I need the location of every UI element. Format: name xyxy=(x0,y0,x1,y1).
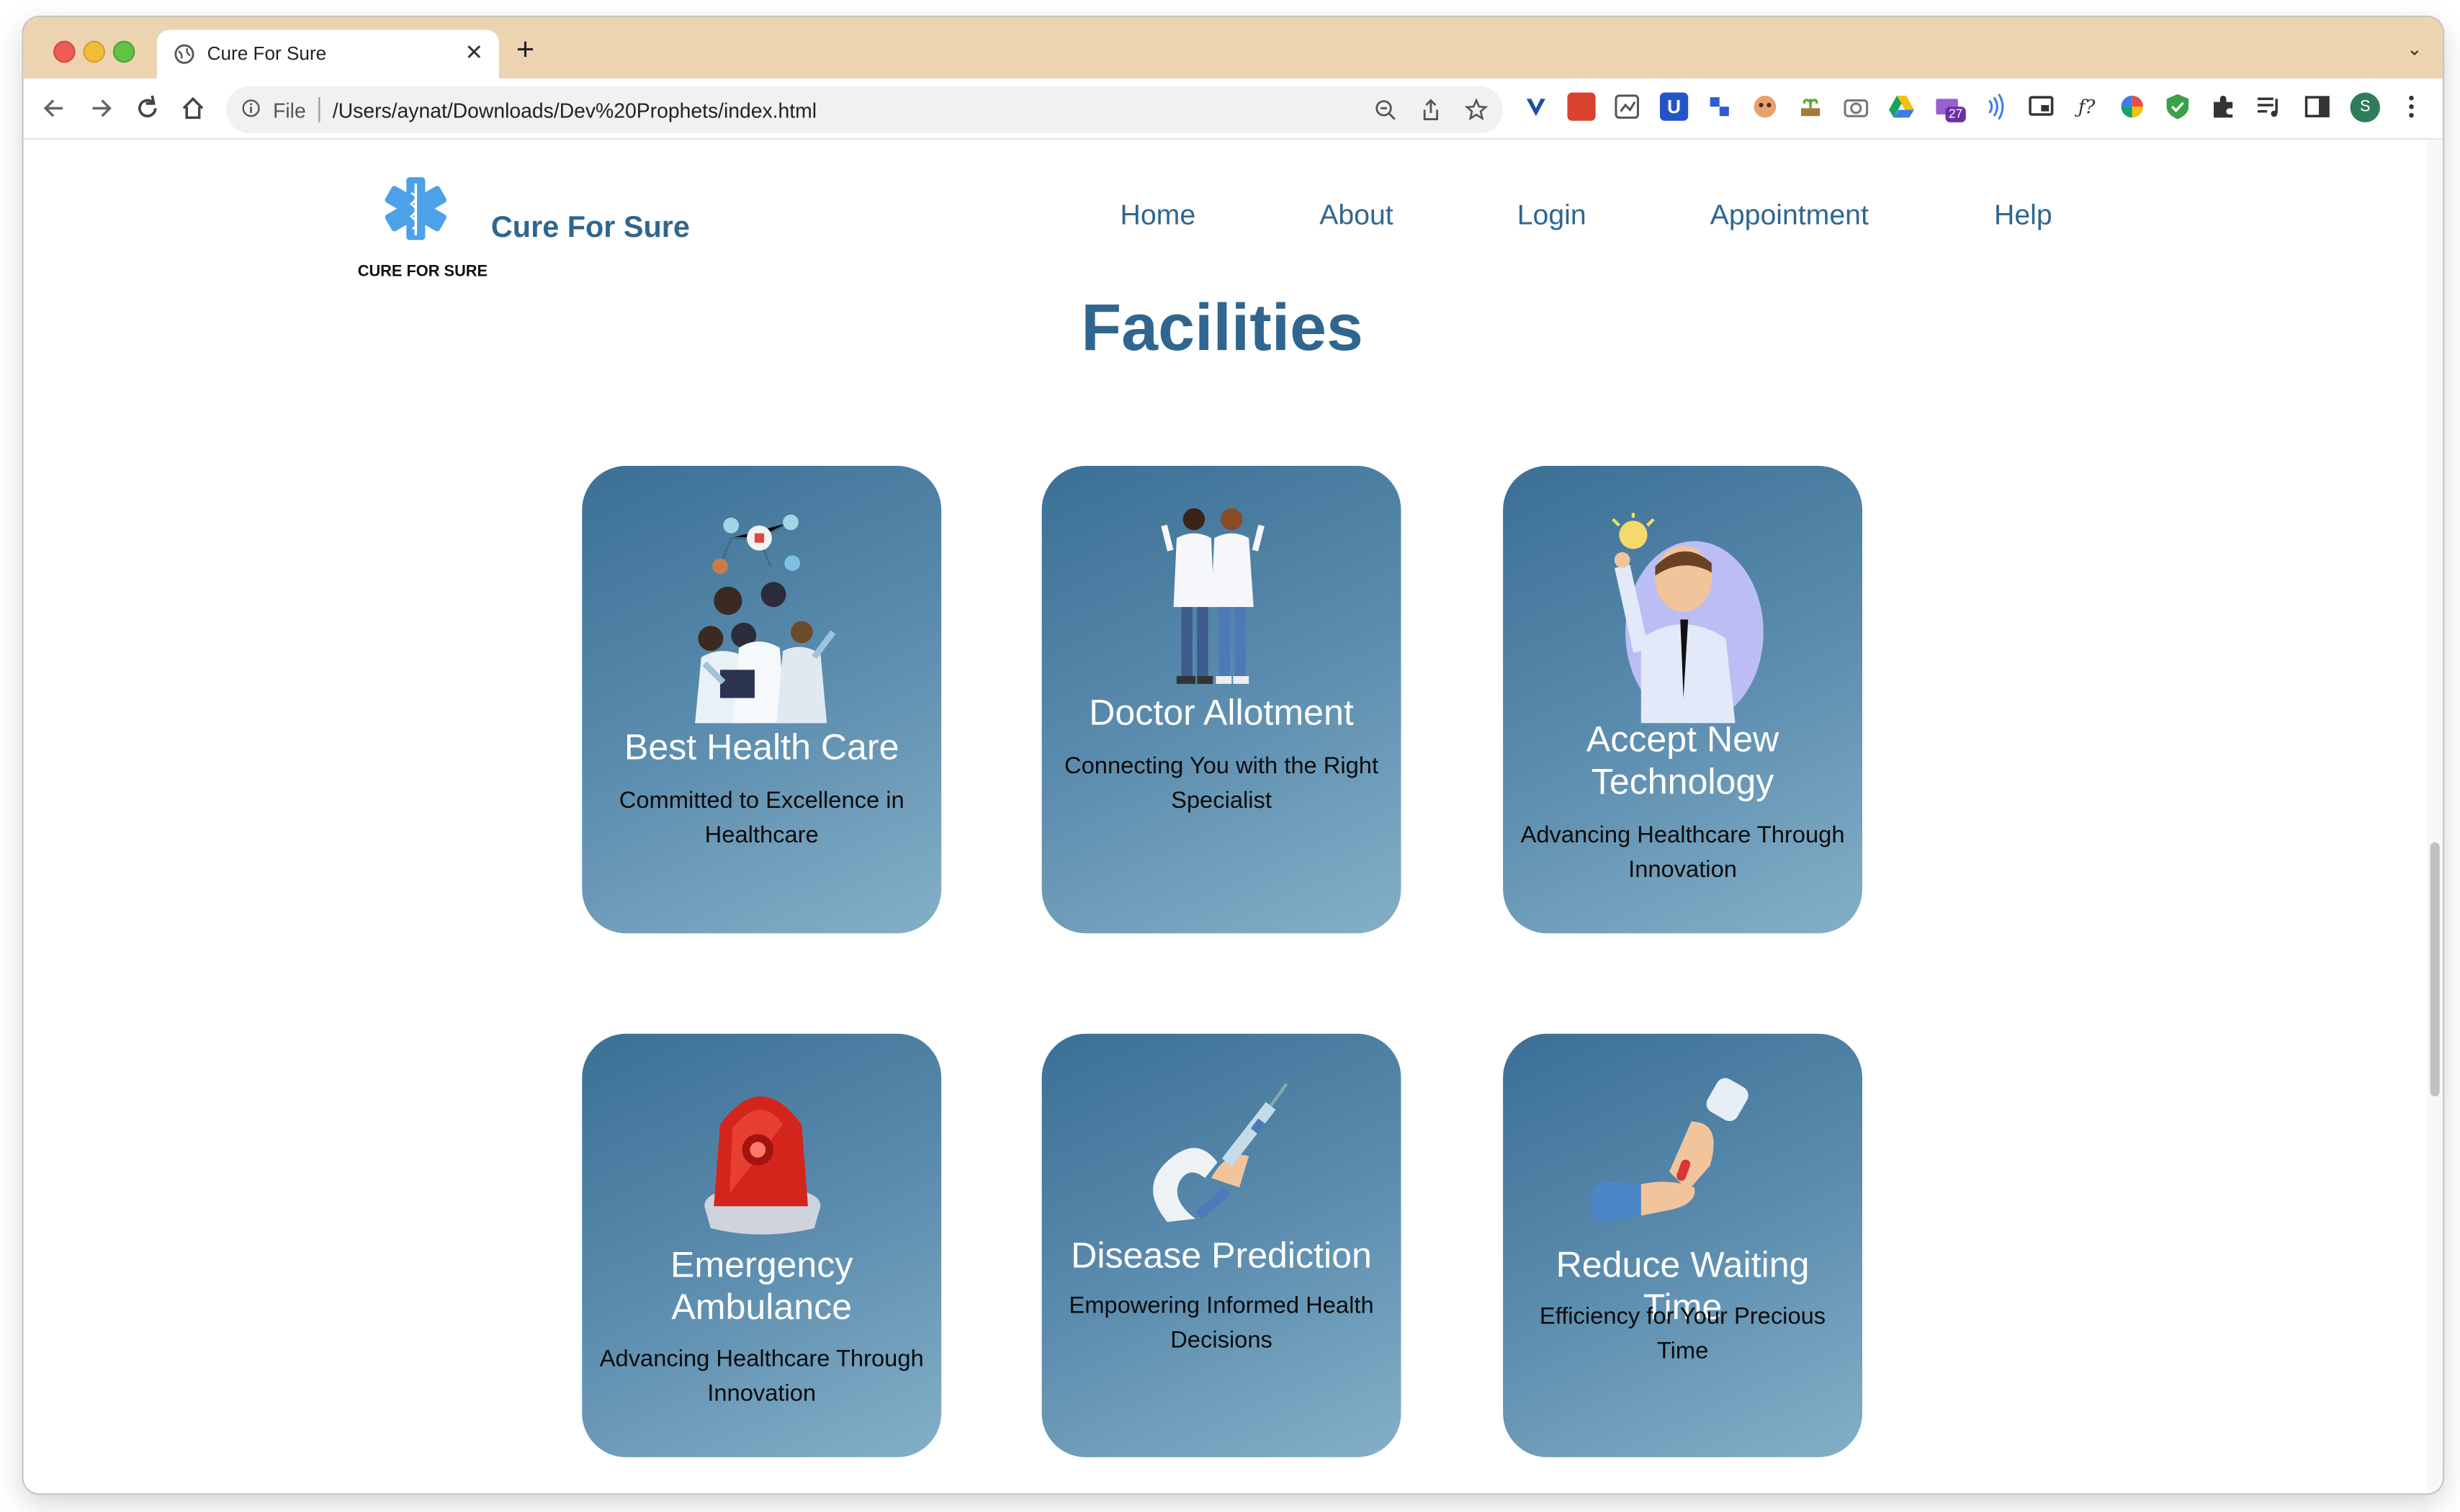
card-description: Advancing Healthcare Through Innovation xyxy=(1520,822,1845,883)
reload-icon[interactable] xyxy=(132,93,163,125)
extension-todoist-icon[interactable] xyxy=(1567,92,1596,121)
two-doctors-illustration-icon xyxy=(1161,508,1265,684)
url-text[interactable]: /Users/aynat/Downloads/Dev%20Prophets/in… xyxy=(333,99,817,122)
hands-passing-pill-illustration-icon xyxy=(1591,1078,1749,1223)
caduceus-star-logo-icon[interactable] xyxy=(356,165,476,269)
zoom-icon[interactable] xyxy=(1373,97,1398,122)
bookmark-star-icon[interactable] xyxy=(1464,97,1489,122)
facility-card-doctor-allotment[interactable]: Doctor Allotment Connecting You with the… xyxy=(1041,466,1401,934)
facilities-heading: Facilities xyxy=(1081,290,1363,364)
card-description: Committed to Excellence in Healthcare xyxy=(619,787,904,849)
info-icon[interactable] xyxy=(242,99,261,117)
facility-card-disease-prediction[interactable]: Disease Prediction Empowering Informed H… xyxy=(1041,1033,1401,1457)
extension-chart-icon[interactable] xyxy=(1613,93,1641,121)
extension-downloads-icon[interactable]: 27 xyxy=(1934,93,1966,122)
facility-card-emergency-ambulance[interactable]: Emergency Ambulance Advancing Healthcare… xyxy=(582,1033,942,1457)
address-bar[interactable]: File /Users/aynat/Downloads/Dev%20Prophe… xyxy=(225,86,1504,134)
nav-about-link[interactable]: About xyxy=(1319,199,1393,233)
close-tab-icon[interactable]: ✕ xyxy=(464,39,483,66)
card-description: Efficiency for Your Precious Time xyxy=(1539,1303,1826,1365)
new-tab-button[interactable]: + xyxy=(516,35,534,66)
medical-team-illustration-icon xyxy=(695,514,836,724)
maximize-window-button[interactable] xyxy=(112,40,135,63)
card-description: Advancing Healthcare Through Innovation xyxy=(599,1346,924,1408)
color-picker-icon[interactable] xyxy=(2118,93,2146,121)
tab-title: Cure For Sure xyxy=(207,42,327,65)
extension-plant-icon[interactable] xyxy=(1796,93,1824,121)
siren-light-illustration-icon xyxy=(704,1096,821,1235)
facility-card-best-health-care[interactable]: Best Health Care Committed to Excellence… xyxy=(582,466,942,934)
extension-puzzle-blue-icon[interactable] xyxy=(1705,93,1733,121)
card-title: Best Health Care xyxy=(624,726,899,768)
nav-home-link[interactable]: Home xyxy=(1121,199,1196,233)
profile-avatar[interactable]: S xyxy=(2350,92,2380,122)
page-scrollbar[interactable] xyxy=(2427,139,2443,1494)
extension-bitwarden-icon[interactable]: U xyxy=(1659,92,1689,121)
back-arrow-icon[interactable] xyxy=(39,93,71,125)
hand-with-syringe-illustration-icon xyxy=(1153,1083,1288,1223)
shield-check-icon[interactable] xyxy=(2163,93,2191,121)
home-icon[interactable] xyxy=(177,93,209,125)
tab-cure-for-sure[interactable]: Cure For Sure ✕ xyxy=(156,30,499,81)
card-description: Empowering Informed Health Decisions xyxy=(1069,1292,1374,1354)
nav-help-link[interactable]: Help xyxy=(1994,199,2052,233)
man-with-lightbulb-illustration-icon xyxy=(1612,513,1764,724)
web-page: CURE FOR SURE Cure For Sure Home About L… xyxy=(23,139,2428,1494)
logo-caption: CURE FOR SURE xyxy=(357,264,488,281)
browser-toolbar: File /Users/aynat/Downloads/Dev%20Prophe… xyxy=(23,78,2443,140)
extension-v-icon[interactable] xyxy=(1522,93,1550,121)
downloads-badge: 27 xyxy=(1945,107,1966,122)
url-separator xyxy=(318,97,320,122)
google-drive-icon[interactable] xyxy=(1887,93,1916,121)
card-title: Accept New Technology xyxy=(1586,718,1779,802)
card-title: Doctor Allotment xyxy=(1089,691,1354,733)
card-title: Emergency Ambulance xyxy=(670,1243,853,1328)
camera-icon[interactable] xyxy=(1842,93,1870,121)
brand-name[interactable]: Cure For Sure xyxy=(491,212,690,246)
extensions-puzzle-icon[interactable] xyxy=(2209,93,2237,121)
tab-bar: Cure For Sure ✕ + ⌄ xyxy=(23,17,2443,81)
nav-login-link[interactable]: Login xyxy=(1517,199,1586,233)
forward-arrow-icon[interactable] xyxy=(85,93,117,125)
picture-in-picture-icon[interactable] xyxy=(2027,93,2055,121)
url-scheme-label: File xyxy=(273,99,306,122)
facility-card-accept-new-technology[interactable]: Accept New Technology Advancing Healthca… xyxy=(1503,466,1862,934)
facility-card-reduce-waiting-time[interactable]: Reduce Waiting Time Efficiency for Your … xyxy=(1503,1033,1862,1457)
more-menu-icon[interactable] xyxy=(2397,93,2425,121)
minimize-window-button[interactable] xyxy=(83,40,105,63)
screen: Cure For Sure ✕ + ⌄ File /Users/aynat/Do… xyxy=(0,0,2460,1512)
nav-appointment-link[interactable]: Appointment xyxy=(1710,199,1869,233)
share-icon[interactable] xyxy=(1418,97,1443,122)
media-playlist-icon[interactable] xyxy=(2255,93,2283,121)
extension-broadcast-icon[interactable] xyxy=(1980,93,2008,121)
extension-face-icon[interactable] xyxy=(1751,93,1779,121)
tab-search-chevron-icon[interactable]: ⌄ xyxy=(2407,37,2423,60)
card-description: Connecting You with the Right Specialist xyxy=(1064,752,1379,814)
scrollbar-thumb[interactable] xyxy=(2430,842,2440,1097)
browser-window: Cure For Sure ✕ + ⌄ File /Users/aynat/Do… xyxy=(23,17,2443,1494)
close-window-button[interactable] xyxy=(53,40,76,63)
extension-fonts-icon[interactable]: ƒ? xyxy=(2073,93,2101,121)
side-panel-icon[interactable] xyxy=(2303,93,2331,121)
globe-icon xyxy=(174,44,194,64)
card-title: Disease Prediction xyxy=(1071,1234,1372,1276)
